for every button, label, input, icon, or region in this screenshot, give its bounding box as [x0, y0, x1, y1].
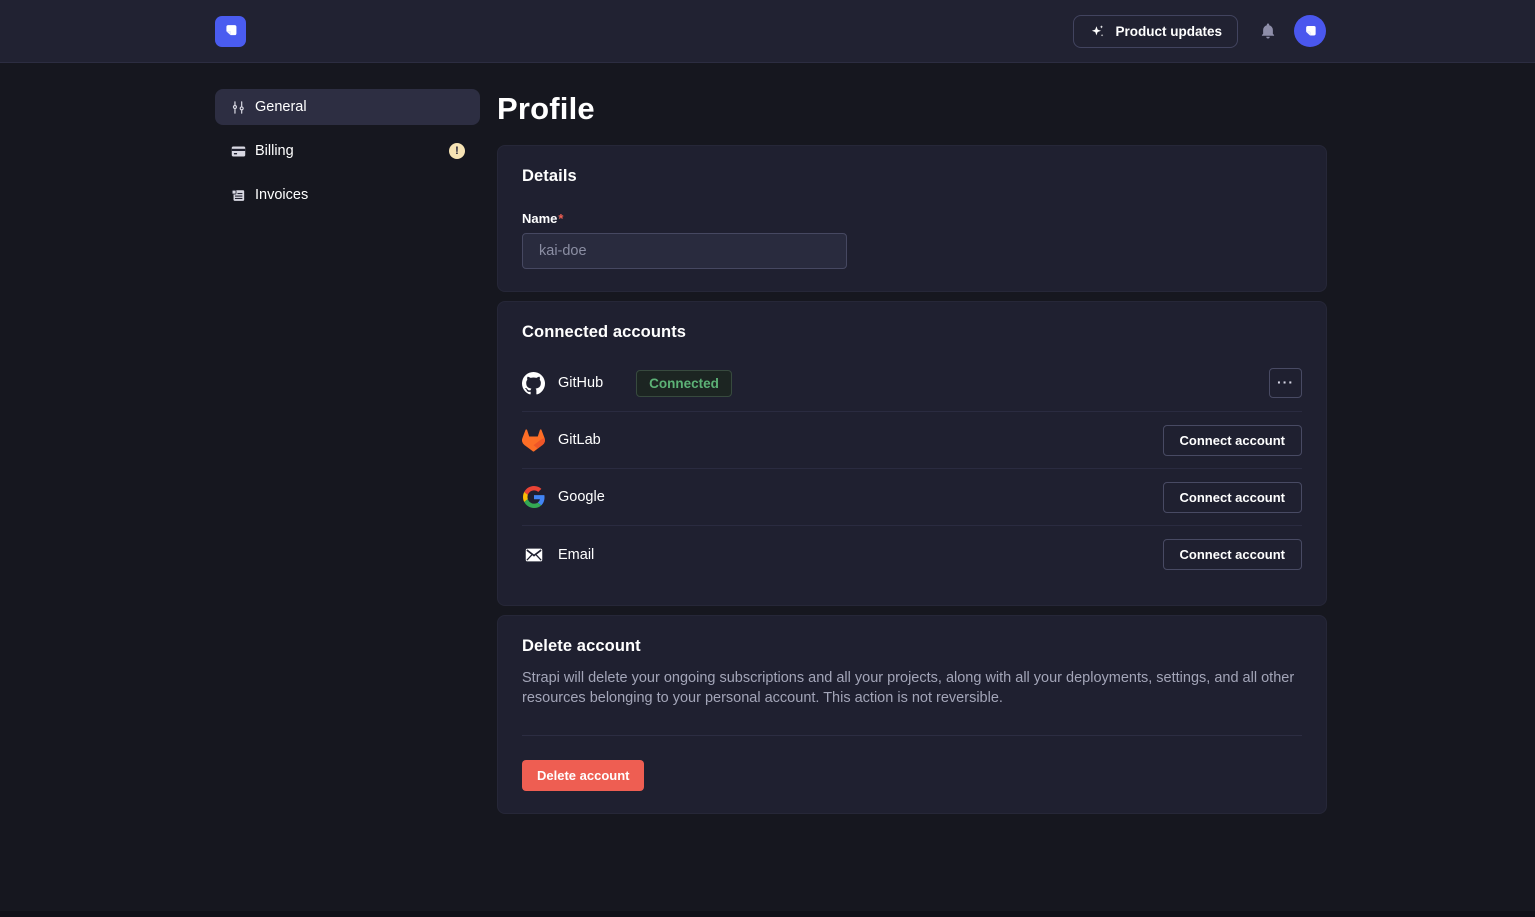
- delete-account-description: Strapi will delete your ongoing subscrip…: [522, 668, 1302, 708]
- account-row-github: GitHub Connected ···: [522, 355, 1302, 412]
- product-updates-label: Product updates: [1115, 24, 1222, 39]
- user-avatar[interactable]: [1294, 15, 1326, 47]
- row-action: ···: [1269, 368, 1302, 398]
- name-field-label: Name*: [522, 211, 1302, 226]
- main-content: Profile Details Name* Connected accounts…: [497, 89, 1327, 823]
- sliders-icon: [230, 98, 248, 116]
- sidebar-item-invoices[interactable]: Invoices: [215, 177, 480, 213]
- connected-accounts-heading: Connected accounts: [522, 323, 1302, 342]
- name-input[interactable]: [522, 233, 847, 269]
- accounts-list: GitHub Connected ··· GitLab: [522, 355, 1302, 583]
- notifications-bell-icon[interactable]: [1259, 22, 1277, 40]
- sidebar-item-label: Invoices: [255, 187, 308, 203]
- delete-account-card: Delete account Strapi will delete your o…: [497, 615, 1327, 814]
- github-icon: [522, 372, 545, 395]
- strapi-glyph-icon: [1301, 22, 1320, 41]
- details-heading: Details: [522, 167, 1302, 186]
- sparkle-icon: [1089, 23, 1106, 40]
- account-row-gitlab: GitLab Connect account: [522, 412, 1302, 469]
- connected-status-badge: Connected: [636, 370, 732, 397]
- email-connect-button[interactable]: Connect account: [1163, 539, 1302, 570]
- page-title: Profile: [497, 90, 1327, 128]
- sidebar-item-label: General: [255, 99, 307, 115]
- delete-account-button[interactable]: Delete account: [522, 760, 644, 791]
- strapi-glyph-icon: [221, 21, 241, 41]
- app-header: Product updates: [0, 0, 1535, 63]
- sidebar-item-general[interactable]: General: [215, 89, 480, 125]
- google-connect-button[interactable]: Connect account: [1163, 482, 1302, 513]
- bottom-edge-strip: [0, 911, 1535, 917]
- sidebar-item-billing[interactable]: Billing !: [215, 133, 480, 169]
- gitlab-connect-button[interactable]: Connect account: [1163, 425, 1302, 456]
- github-more-button[interactable]: ···: [1269, 368, 1302, 398]
- billing-warning-badge: !: [449, 143, 465, 159]
- account-row-google: Google Connect account: [522, 469, 1302, 526]
- provider-name: Email: [558, 547, 594, 563]
- email-envelope-icon: [522, 543, 545, 566]
- delete-account-heading: Delete account: [522, 637, 1302, 656]
- name-label-text: Name: [522, 211, 557, 226]
- product-updates-button[interactable]: Product updates: [1073, 15, 1238, 48]
- gitlab-icon: [522, 429, 545, 452]
- invoice-icon: [230, 186, 248, 204]
- provider-name: GitLab: [558, 432, 601, 448]
- account-row-email: Email Connect account: [522, 526, 1302, 583]
- google-icon: [522, 486, 545, 509]
- provider-name: GitHub: [558, 375, 603, 391]
- details-card: Details Name*: [497, 145, 1327, 292]
- row-action: Connect account: [1163, 539, 1302, 570]
- credit-card-icon: [230, 142, 248, 160]
- sidebar-item-label: Billing: [255, 143, 294, 159]
- settings-sidebar: General Billing !: [215, 89, 480, 823]
- page-layout: General Billing !: [0, 63, 1535, 823]
- provider-name: Google: [558, 489, 605, 505]
- connected-accounts-card: Connected accounts GitHub Connected ···: [497, 301, 1327, 606]
- row-action: Connect account: [1163, 425, 1302, 456]
- row-action: Connect account: [1163, 482, 1302, 513]
- divider: [522, 735, 1302, 736]
- required-asterisk: *: [558, 211, 563, 226]
- strapi-logo[interactable]: [215, 16, 246, 47]
